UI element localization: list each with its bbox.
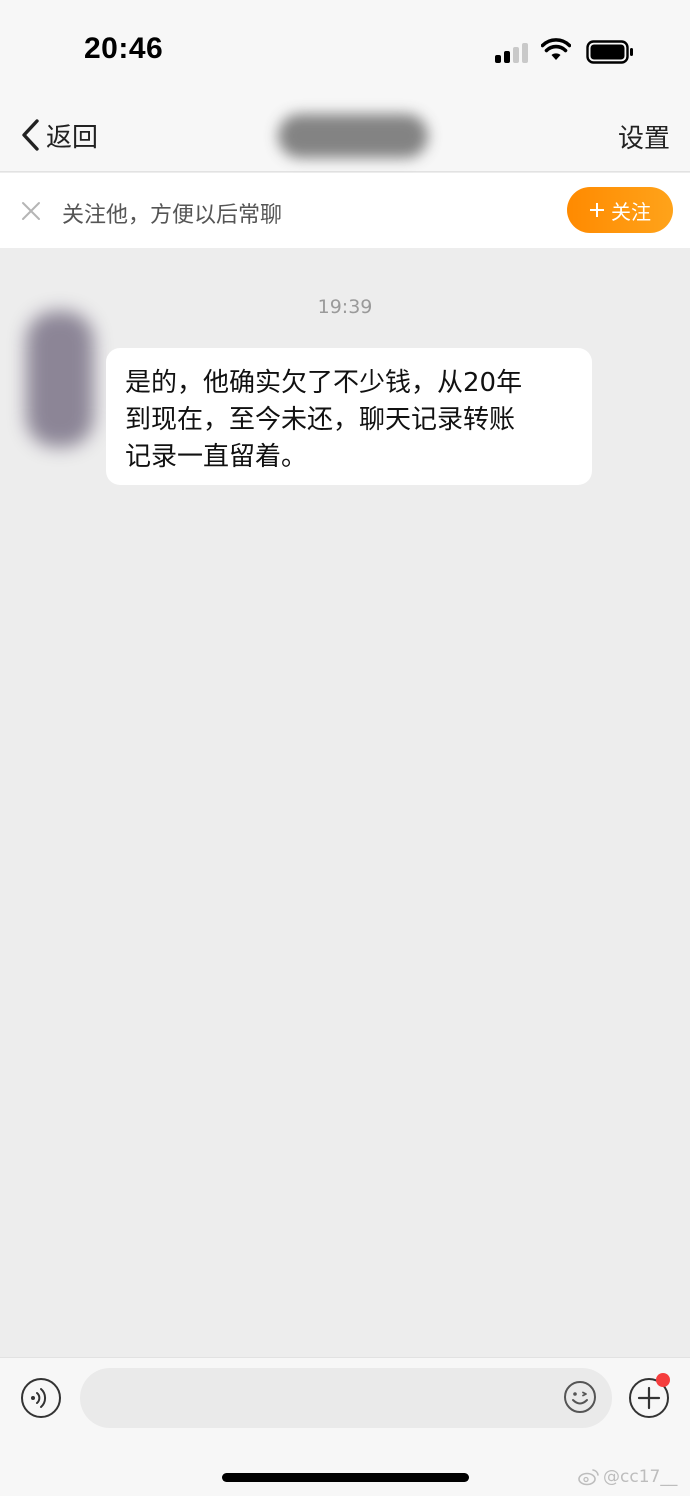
back-button[interactable]: 返回	[18, 114, 98, 156]
status-time: 20:46	[84, 32, 164, 65]
follow-button-label: 关注	[611, 199, 651, 224]
status-bar: 20:46	[0, 0, 690, 100]
follow-banner: 关注他，方便以后常聊 关注	[0, 173, 690, 248]
avatar[interactable]	[14, 299, 110, 459]
watermark: @cc17__	[578, 1467, 677, 1487]
watermark-text: @cc17__	[603, 1467, 678, 1487]
notification-dot	[656, 1373, 670, 1387]
settings-button[interactable]: 设置	[618, 118, 670, 155]
chat-title-obscured	[270, 106, 430, 166]
message-line: 到现在，至今未还，聊天记录转账	[125, 405, 516, 435]
follow-prompt-text: 关注他，方便以后常聊	[62, 203, 283, 228]
plus-icon	[590, 203, 604, 217]
nav-bar: 返回 设置	[0, 100, 690, 172]
chevron-left-icon	[22, 119, 39, 151]
follow-button[interactable]: 关注	[567, 187, 673, 233]
weibo-logo-icon	[578, 1469, 599, 1486]
battery-icon	[586, 40, 633, 64]
voice-icon[interactable]	[20, 1377, 62, 1419]
chat-area: 19:39 是的，他确实欠了不少钱，从20年 到现在，至今未还，聊天记录转账 记…	[0, 249, 690, 1357]
message-bubble[interactable]: 是的，他确实欠了不少钱，从20年 到现在，至今未还，聊天记录转账 记录一直留着。	[106, 348, 592, 485]
emoji-icon[interactable]	[563, 1380, 597, 1414]
input-bar: @cc17__	[0, 1357, 690, 1496]
close-icon[interactable]	[20, 200, 42, 222]
message-input[interactable]	[80, 1368, 612, 1428]
cellular-signal-icon	[495, 41, 529, 63]
back-label: 返回	[46, 122, 99, 153]
message-line: 记录一直留着。	[125, 442, 308, 472]
message-line: 是的，他确实欠了不少钱，从20年	[125, 368, 523, 398]
home-indicator[interactable]	[222, 1473, 469, 1482]
wifi-icon	[541, 38, 571, 60]
